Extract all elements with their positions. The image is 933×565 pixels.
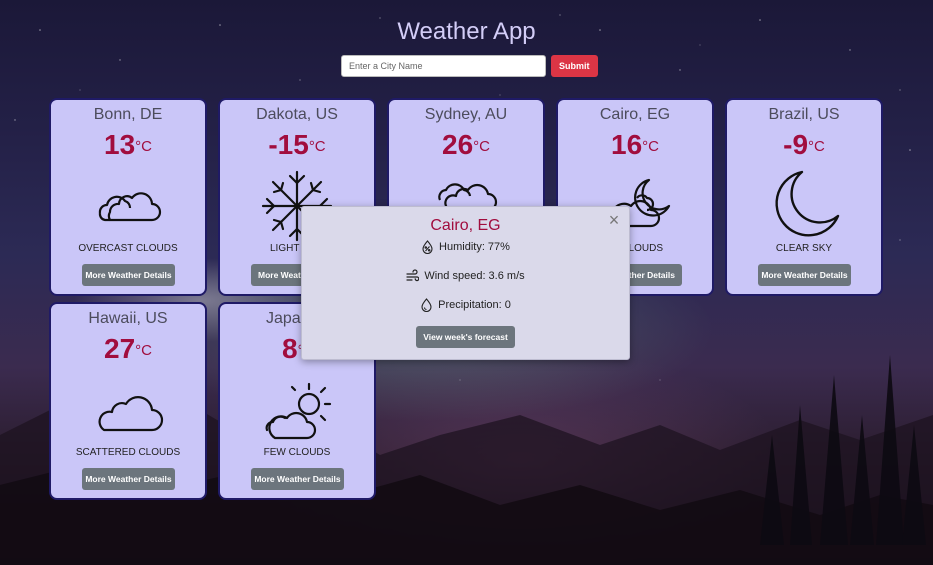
more-weather-details-button[interactable]: More Weather Details <box>758 264 851 286</box>
humidity-text: Humidity: 77% <box>439 241 510 253</box>
wind-row: Wind speed: 3.6 m/s <box>302 269 629 283</box>
sun-cloud-icon <box>265 382 332 440</box>
weather-details-modal: × Cairo, EG Humidity: 77% Wind speed: 3.… <box>301 206 630 360</box>
card-description: FEW CLOUDS <box>263 447 331 458</box>
more-weather-details-button[interactable]: More Weather Details <box>82 264 175 286</box>
weather-card-hawaii: Hawaii, US 27°C SCATTERED CLOUDS More We… <box>49 302 207 500</box>
search-bar: Submit <box>341 55 598 77</box>
card-temperature: 13°C <box>104 129 152 160</box>
submit-button[interactable]: Submit <box>551 55 598 77</box>
card-city: Brazil, US <box>768 106 840 123</box>
humidity-icon <box>422 240 433 254</box>
close-icon[interactable]: × <box>605 211 623 230</box>
card-description: OVERCAST CLOUDS <box>78 243 178 254</box>
more-weather-details-button[interactable]: More Weather Details <box>82 468 175 490</box>
cloud-pair-icon <box>98 192 162 222</box>
card-temperature: -15°C <box>268 129 326 160</box>
weather-card-bonn: Bonn, DE 13°C OVERCAST CLOUDS More Weath… <box>49 98 207 296</box>
card-description: SCATTERED CLOUDS <box>75 447 181 458</box>
precipitation-row: Precipitation: 0 <box>302 298 629 312</box>
card-temperature: 27°C <box>104 333 152 364</box>
wind-speed-text: Wind speed: 3.6 m/s <box>424 270 525 282</box>
droplet-icon <box>421 298 432 312</box>
humidity-row: Humidity: 77% <box>302 240 629 254</box>
city-search-input[interactable] <box>341 55 546 77</box>
cloud-icon <box>98 396 164 432</box>
card-temperature: 16°C <box>611 129 659 160</box>
card-city: Sydney, AU <box>424 106 508 123</box>
card-temperature: 26°C <box>442 129 490 160</box>
more-weather-details-button[interactable]: More Weather Details <box>251 468 344 490</box>
moon-icon <box>775 170 840 237</box>
card-city: Hawaii, US <box>88 310 168 327</box>
modal-city: Cairo, EG <box>430 217 501 234</box>
card-temperature: -9°C <box>783 129 825 160</box>
weather-card-brazil: Brazil, US -9°C CLEAR SKY More Weather D… <box>725 98 883 296</box>
view-weeks-forecast-button[interactable]: View week's forecast <box>416 326 515 348</box>
card-description: CLEAR SKY <box>775 243 833 254</box>
card-city: Cairo, EG <box>599 106 671 123</box>
app-title: Weather App <box>397 18 536 45</box>
precipitation-text: Precipitation: 0 <box>438 299 511 311</box>
card-city: Dakota, US <box>256 106 338 123</box>
card-city: Bonn, DE <box>93 106 163 123</box>
wind-icon <box>406 269 420 282</box>
